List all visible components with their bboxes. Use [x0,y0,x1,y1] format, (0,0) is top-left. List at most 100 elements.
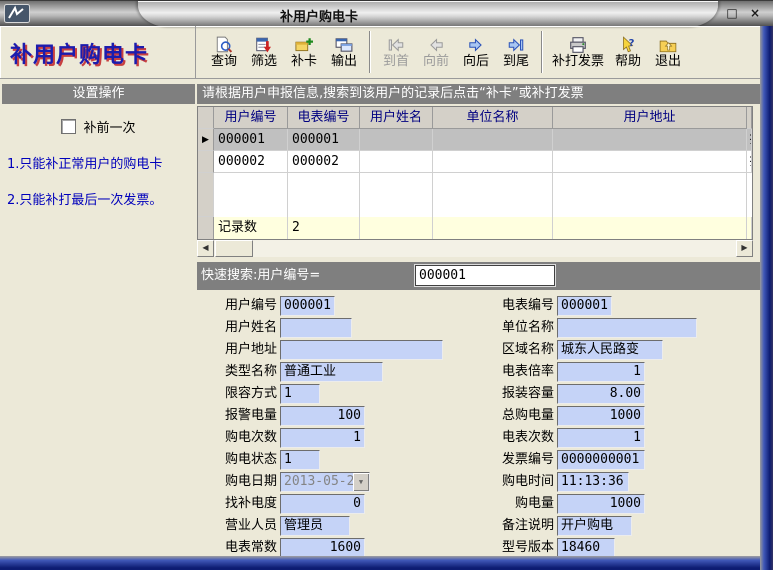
column-header[interactable]: 单位名称 [433,107,553,129]
column-header[interactable]: 用户编号 [214,107,288,129]
toolbar-button-search-doc[interactable]: 查询 [204,34,244,71]
table-cell[interactable] [360,129,433,151]
field-value: 100 [338,408,361,423]
table-cell[interactable] [553,129,747,151]
checkbox-icon[interactable] [61,119,76,134]
field-value: 8.00 [610,386,641,401]
field-value: 1 [353,430,361,445]
form-field[interactable]: 0000000001 [557,450,645,470]
export-window-icon [335,36,353,54]
table-cell[interactable]: 000001 [288,129,360,151]
field-value: 管理员 [284,518,323,533]
table-cell[interactable]: 000002 [288,151,360,173]
table-filler-cell [214,173,288,217]
form-field[interactable]: 1000 [557,406,645,426]
table-cell[interactable]: 000002 [214,151,288,173]
table-cell[interactable] [433,129,553,151]
table-cell[interactable] [433,151,553,173]
detail-form: 用户编号000001用户姓名用户地址类型名称普通工业限容方式1报警电量100购电… [197,290,760,556]
column-header[interactable]: 用户姓名 [360,107,433,129]
scroll-left-button[interactable]: ◀ [197,240,214,257]
table-footer-cell [360,217,433,239]
toolbar-button-arrow-next[interactable]: 向后 [456,34,496,71]
field-label: 用户地址 [205,340,277,360]
column-header[interactable]: 用户地址 [553,107,747,129]
page-title-panel: 补用户购电卡 [0,26,196,79]
table-row[interactable]: ▶000001000001扌 [198,129,752,151]
form-field[interactable]: 000001 [557,296,612,316]
arrow-prev-icon [427,36,445,54]
form-field[interactable]: 18460 [557,538,615,558]
table-row[interactable]: 000002000002 扌 [198,151,752,173]
form-field[interactable]: 100 [280,406,365,426]
main-panel: 请根据用户申报信息,搜索到该用户的记录后点击“补卡”或补打发票 用户编号电表编号… [197,84,760,556]
horizontal-scrollbar[interactable]: ◀ ▶ [197,240,753,257]
toolbar-button-label: 补打发票 [552,54,604,69]
field-value: 1 [284,452,292,467]
field-value: 1 [284,386,292,401]
toolbar-button-arrow-last[interactable]: 到尾 [496,34,536,71]
table-cell-clipped: 扌 [747,151,752,173]
card-new-icon [295,36,313,54]
toolbar-button-exit-folder[interactable]: 退出 [648,34,688,71]
quick-search-input[interactable] [415,265,555,286]
printer-icon [569,36,587,54]
toolbar-button-card-new[interactable]: 补卡 [284,34,324,71]
toolbar-button-label: 筛选 [251,54,277,69]
maximize-button[interactable]: □ [724,5,740,21]
table-filler-row [198,173,752,217]
combo-dropdown-button[interactable]: ▼ [353,473,369,491]
table-cell[interactable] [360,151,433,173]
table-filler-cell [360,173,433,217]
field-label: 购电时间 [447,472,554,492]
page-title: 补用户购电卡 [0,26,195,69]
toolbar-button-label: 补卡 [291,54,317,69]
toolbar-button-label: 帮助 [615,54,641,69]
toolbar-button-printer[interactable]: 补打发票 [548,34,608,71]
toolbar-button-label: 查询 [211,54,237,69]
form-field[interactable]: 2013-05-25▼ [280,472,370,492]
form-field[interactable]: 管理员 [280,516,350,536]
field-label: 型号版本 [447,538,554,558]
table-cell[interactable] [553,151,747,173]
form-field[interactable]: 1 [280,450,320,470]
close-button[interactable]: × [747,5,763,21]
form-field[interactable]: 1000 [557,494,645,514]
form-field[interactable]: 普通工业 [280,362,383,382]
form-field[interactable]: 0 [280,494,365,514]
field-label: 单位名称 [447,318,554,338]
toolbar-button-label: 输出 [331,54,357,69]
form-field[interactable]: 000001 [280,296,335,316]
column-header[interactable]: 电表编号 [288,107,360,129]
form-field[interactable] [280,340,443,360]
form-field[interactable]: 8.00 [557,384,645,404]
scroll-right-button[interactable]: ▶ [736,240,753,257]
app-icon [4,4,30,23]
toolbar-button-filter-calendar[interactable]: 筛选 [244,34,284,71]
toolbar-button-export-window[interactable]: 输出 [324,34,364,71]
scrollbar-thumb[interactable] [215,240,253,257]
form-field[interactable]: 11:13:36 [557,472,629,492]
form-field[interactable]: 1 [280,384,320,404]
window-controls: □ × [724,5,763,21]
toolbar-separator [541,31,543,73]
field-value: 0000000001 [561,452,639,467]
table-cell[interactable]: 000001 [214,129,288,151]
form-field[interactable] [280,318,352,338]
quick-search-bar: 快速搜索:用户编号= [197,262,760,290]
field-label: 报警电量 [205,406,277,426]
form-field[interactable]: 城东人民路变 [557,340,663,360]
form-field[interactable]: 1 [280,428,365,448]
field-label: 总购电量 [447,406,554,426]
form-field[interactable]: 1600 [280,538,365,558]
table-filler-cell [288,173,360,217]
toolbar-button-help-cursor[interactable]: ?帮助 [608,34,648,71]
help-cursor-icon: ? [619,36,637,54]
form-field[interactable] [557,318,697,338]
form-field[interactable]: 开户购电 [557,516,632,536]
form-field[interactable]: 1 [557,428,645,448]
table-footer-cell [553,217,747,239]
form-field[interactable]: 1 [557,362,645,382]
pre-previous-option[interactable]: 补前一次 [2,117,195,136]
table-filler-cell [198,173,214,217]
